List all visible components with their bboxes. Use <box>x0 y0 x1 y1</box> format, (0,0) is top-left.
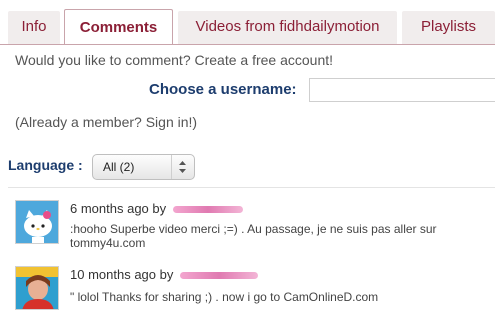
tab-videos[interactable]: Videos from fidhdailymotion <box>178 11 397 44</box>
username-input[interactable] <box>309 78 495 102</box>
tab-comments[interactable]: Comments <box>64 9 173 45</box>
blurred-username[interactable] <box>179 272 258 280</box>
comment-text-continued: tommy4u.com <box>70 236 146 250</box>
tab-divider <box>0 44 495 45</box>
select-arrows-icon <box>171 155 194 179</box>
comment-text: :hooho Superbe video merci ;=) . Au pass… <box>70 222 437 236</box>
tab-info[interactable]: Info <box>8 11 60 44</box>
language-label: Language : <box>8 157 83 173</box>
comment-meta: 6 months ago by <box>70 201 243 216</box>
hello-kitty-icon <box>16 201 58 243</box>
language-select-value: All (2) <box>103 160 135 174</box>
user-photo-icon <box>16 267 58 309</box>
tab-bar: Info Comments Videos from fidhdailymotio… <box>0 0 495 45</box>
comment-time: 6 months ago by <box>70 201 167 216</box>
tab-playlists[interactable]: Playlists <box>402 11 495 44</box>
divider <box>8 187 495 188</box>
comment-prompt: Would you like to comment? Create a free… <box>15 52 334 68</box>
blurred-username[interactable] <box>172 206 243 214</box>
avatar[interactable] <box>15 266 59 310</box>
language-select[interactable]: All (2) <box>92 154 195 180</box>
sign-in-link[interactable]: (Already a member? Sign in!) <box>15 114 197 130</box>
comment-text: " lolol Thanks for sharing ;) . now i go… <box>70 290 379 304</box>
comment-meta: 10 months ago by <box>70 267 258 282</box>
comment-time: 10 months ago by <box>70 267 174 282</box>
avatar[interactable] <box>15 200 59 244</box>
username-label: Choose a username: <box>149 81 297 98</box>
